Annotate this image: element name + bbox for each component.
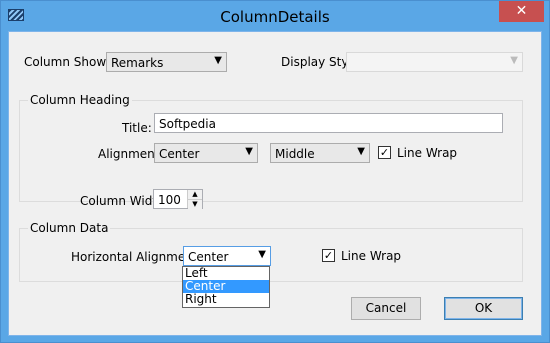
column-heading-title: Column Heading — [28, 93, 132, 107]
ok-button[interactable]: OK — [444, 297, 523, 320]
display-style-select[interactable]: ▼ — [346, 52, 523, 72]
chevron-down-icon: ▼ — [510, 55, 518, 66]
heading-line-wrap-label: Line Wrap — [397, 146, 458, 160]
window-title: ColumnDetails — [220, 8, 330, 26]
heading-vertical-select[interactable]: Middle ▼ — [270, 143, 370, 163]
title-input[interactable]: Softpedia — [154, 113, 503, 133]
column-shows-select[interactable]: Remarks ▼ — [106, 52, 227, 72]
column-details-window: ColumnDetails ✕ Column Shows: Remarks ▼ … — [0, 0, 550, 343]
spin-up-icon[interactable]: ▲ — [188, 190, 202, 199]
chevron-down-icon: ▼ — [258, 249, 266, 260]
spin-down-icon[interactable]: ▼ — [188, 199, 202, 209]
column-shows-value: Remarks — [111, 56, 164, 70]
column-width-spinner[interactable]: 100 ▲ ▼ — [153, 189, 203, 209]
data-horizontal-select[interactable]: Center ▼ — [183, 246, 271, 266]
title-label: Title: — [122, 121, 152, 135]
data-line-wrap-checkbox[interactable]: ✓ — [322, 249, 335, 262]
chevron-down-icon: ▼ — [357, 146, 365, 157]
column-shows-label: Column Shows: — [24, 55, 117, 69]
title-bar[interactable]: ColumnDetails ✕ — [1, 1, 549, 31]
heading-line-wrap-checkbox[interactable]: ✓ — [378, 146, 391, 159]
title-input-value: Softpedia — [159, 117, 216, 131]
heading-horizontal-value: Center — [159, 147, 200, 161]
alignment-label: Alignment — [98, 147, 160, 161]
close-button[interactable]: ✕ — [499, 1, 544, 22]
column-data-group: Column Data Horizontal Alignment: Center… — [19, 221, 523, 282]
heading-horizontal-select[interactable]: Center ▼ — [154, 143, 258, 163]
column-width-value: 100 — [158, 193, 181, 207]
data-line-wrap-label: Line Wrap — [341, 249, 402, 263]
data-horizontal-value: Center — [188, 250, 229, 264]
spinner-buttons: ▲ ▼ — [187, 190, 202, 209]
cancel-button[interactable]: Cancel — [351, 297, 421, 320]
chevron-down-icon: ▼ — [214, 55, 222, 66]
column-data-title: Column Data — [28, 221, 111, 235]
heading-vertical-value: Middle — [275, 147, 315, 161]
dropdown-option-right[interactable]: Right — [183, 293, 269, 306]
dialog-body: Column Shows: Remarks ▼ Display Style: ▼… — [8, 31, 542, 336]
column-heading-group: Column Heading Title: Softpedia Alignmen… — [19, 93, 523, 202]
horizontal-alignment-dropdown: Left Center Right — [182, 266, 270, 308]
chevron-down-icon: ▼ — [245, 146, 253, 157]
